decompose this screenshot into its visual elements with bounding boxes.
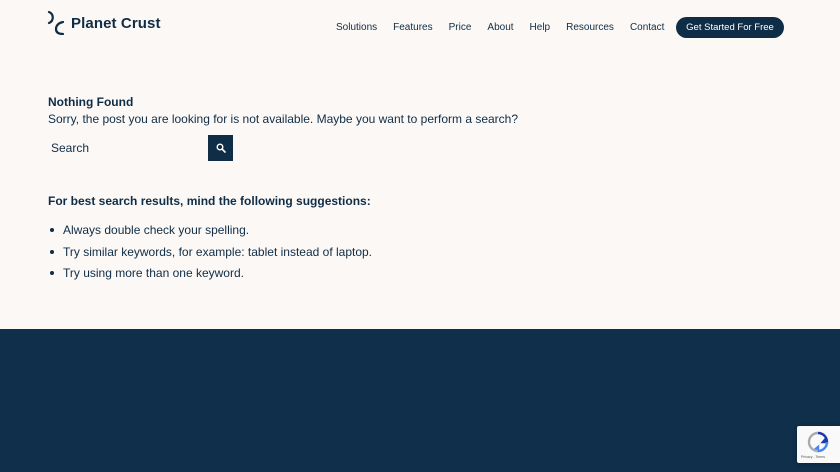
search-form (48, 135, 233, 161)
list-item: Try using more than one keyword. (49, 265, 372, 281)
nav-item-help[interactable]: Help (530, 22, 551, 33)
recaptcha-terms[interactable]: Privacy - Terms (801, 455, 825, 459)
suggestions-heading: For best search results, mind the follow… (48, 194, 371, 208)
list-item: Always double check your spelling. (49, 222, 372, 238)
brand-name: Planet Crust (71, 14, 161, 32)
site-footer (0, 329, 840, 472)
get-started-button[interactable]: Get Started For Free (676, 17, 784, 38)
search-icon (216, 143, 226, 153)
recaptcha-icon (807, 431, 829, 453)
not-found-message: Sorry, the post you are looking for is n… (48, 112, 519, 126)
search-input[interactable] (48, 135, 208, 161)
nav-item-contact[interactable]: Contact (630, 22, 664, 33)
recaptcha-badge[interactable]: Privacy - Terms (797, 426, 840, 463)
search-button[interactable] (208, 135, 233, 161)
planet-crust-logo-icon (47, 11, 65, 35)
nav-item-about[interactable]: About (487, 22, 513, 33)
site-header: Planet Crust Solutions Features Price Ab… (0, 0, 840, 56)
main-content: Nothing Found Sorry, the post you are lo… (48, 94, 748, 280)
list-item: Try similar keywords, for example: table… (49, 244, 373, 259)
suggestions-list: Always double check your spelling. Try s… (49, 222, 373, 287)
nav-item-price[interactable]: Price (449, 22, 472, 33)
main-nav: Solutions Features Price About Help Reso… (336, 17, 680, 37)
logo-link[interactable]: Planet Crust (47, 10, 161, 36)
nav-item-solutions[interactable]: Solutions (336, 22, 377, 33)
page-title: Nothing Found (48, 95, 134, 109)
nav-item-features[interactable]: Features (393, 22, 432, 33)
nav-item-resources[interactable]: Resources (566, 22, 614, 33)
